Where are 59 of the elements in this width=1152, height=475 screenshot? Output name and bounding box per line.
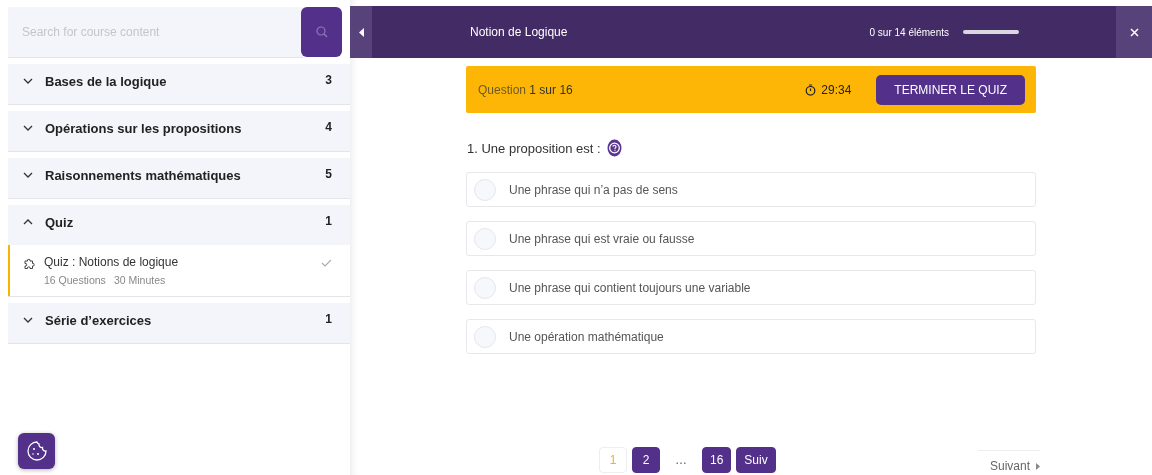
pagination-ellipsis: … — [674, 453, 688, 467]
section-header[interactable]: Quiz 1 — [8, 199, 350, 245]
answer-option[interactable]: Une phrase qui est vraie ou fausse — [466, 221, 1036, 256]
answer-text: Une phrase qui n’a pas de sens — [509, 182, 678, 197]
question-count: 16 Questions — [44, 274, 106, 286]
page-button[interactable]: 2 — [632, 447, 660, 473]
answer-text: Une opération mathématique — [509, 329, 664, 344]
section-title: Bases de la logique — [45, 73, 168, 89]
search-button[interactable] — [301, 7, 342, 57]
answer-option[interactable]: Une phrase qui contient toujours une variable — [466, 270, 1036, 305]
page-button[interactable]: 16 — [702, 447, 732, 473]
chevron-up-icon — [23, 219, 33, 225]
section-title: Opérations sur les propositions — [45, 120, 243, 136]
cookie-button[interactable] — [18, 433, 55, 469]
section-count: 3 — [325, 73, 332, 87]
caret-left-icon — [358, 27, 364, 37]
section-header[interactable]: Raisonnements mathématiques 5 — [8, 152, 350, 198]
search-icon — [315, 26, 328, 38]
progress-text: 0 sur 14 éléments — [869, 26, 949, 38]
section-header[interactable]: Opérations sur les propositions 4 — [8, 105, 350, 151]
course-title: Notion de Logique — [470, 25, 569, 39]
answer-option[interactable]: Une opération mathématique — [466, 319, 1036, 354]
finish-quiz-button[interactable]: TERMINER LE QUIZ — [876, 74, 1025, 105]
answer-text: Une phrase qui est vraie ou fausse — [509, 231, 695, 246]
section-count: 4 — [325, 120, 332, 134]
radio-button[interactable] — [474, 325, 496, 348]
collapse-button[interactable] — [350, 6, 372, 58]
duration: 30 Minutes — [113, 274, 166, 286]
section-title: Série d’exercices — [45, 312, 153, 328]
timer: 29:34 — [821, 82, 852, 97]
lesson-item[interactable]: Quiz : Notions de logique 16 Questions 30 Minutes — [8, 245, 350, 296]
section-count: 5 — [325, 167, 332, 181]
answer-option[interactable]: Une phrase qui n’a pas de sens — [466, 172, 1036, 207]
help-icon[interactable] — [606, 139, 622, 157]
radio-button[interactable] — [474, 227, 496, 250]
section-count: 1 — [325, 214, 332, 228]
radio-button[interactable] — [474, 276, 496, 299]
section-header[interactable]: Série d’exercices 1 — [8, 297, 350, 343]
puzzle-icon — [23, 257, 36, 270]
section-count: 1 — [325, 312, 332, 326]
chevron-down-icon — [23, 125, 33, 131]
next-page-button[interactable]: Suiv — [736, 447, 776, 473]
section-title: Raisonnements mathématiques — [45, 167, 242, 183]
answer-text: Une phrase qui contient toujours une variable — [509, 280, 751, 295]
cookie-icon — [25, 440, 48, 462]
caret-right-icon — [1036, 462, 1040, 470]
next-link[interactable]: Suivant — [977, 450, 1040, 473]
section-title: Quiz — [45, 214, 75, 230]
lesson-title: Quiz : Notions de logique — [44, 255, 180, 269]
section-header[interactable]: Bases de la logique 3 — [8, 58, 350, 104]
stopwatch-icon — [805, 83, 817, 96]
question-position: Question 1 sur 16 — [478, 82, 573, 97]
close-button[interactable] — [1116, 6, 1152, 58]
chevron-down-icon — [23, 78, 33, 84]
chevron-down-icon — [23, 172, 33, 178]
question-text: 1. Une proposition est : — [467, 140, 601, 156]
chevron-down-icon — [23, 317, 33, 323]
radio-button[interactable] — [474, 178, 496, 201]
close-icon — [1129, 27, 1139, 37]
